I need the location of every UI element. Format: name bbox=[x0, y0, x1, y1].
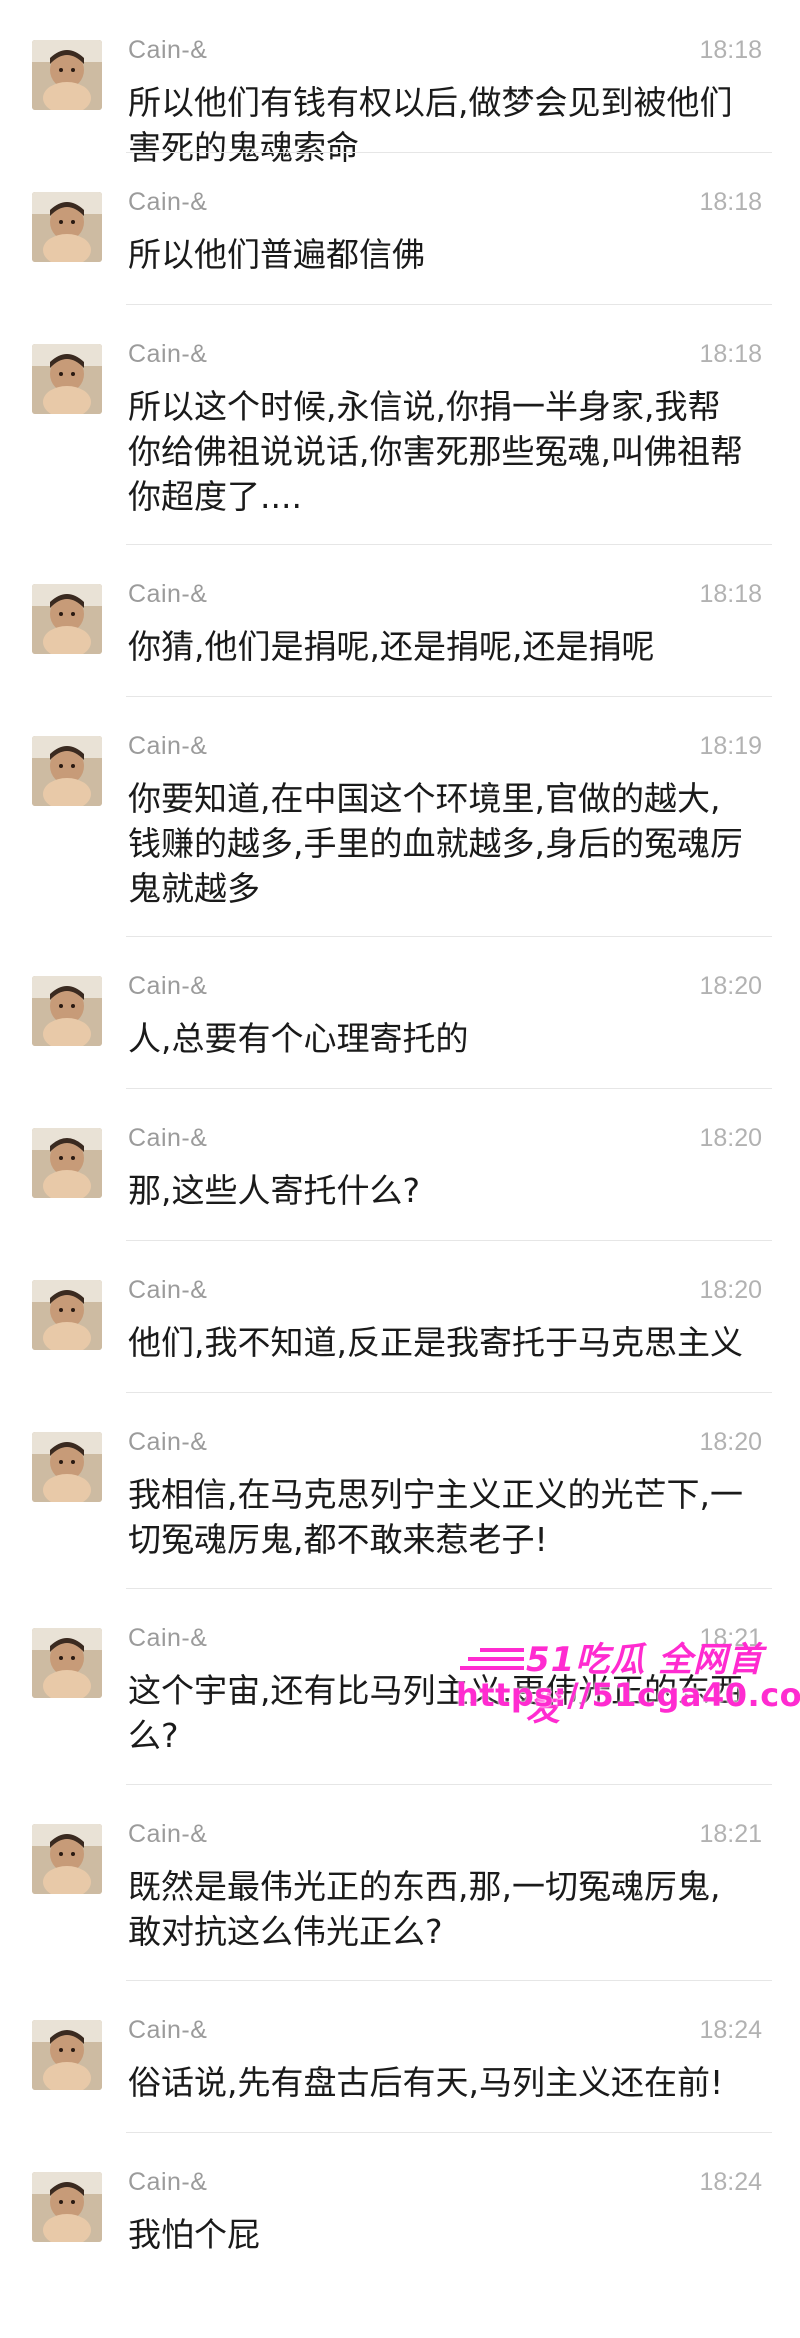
message-text: 我怕个屁 bbox=[128, 2215, 260, 2254]
message-time: 18:18 bbox=[699, 188, 762, 216]
message-header: Cain-& 18:18 bbox=[128, 188, 762, 222]
message-item[interactable]: Cain-& 18:20 那,这些人寄托什么? bbox=[0, 1088, 800, 1240]
avatar[interactable] bbox=[32, 2172, 102, 2242]
message-text: 那,这些人寄托什么? bbox=[128, 1171, 421, 1210]
sender-name: Cain-& bbox=[128, 732, 208, 760]
message-time: 18:24 bbox=[699, 2168, 762, 2196]
message-header: Cain-& 18:24 bbox=[128, 2168, 762, 2202]
message-text: 既然是最伟光正的东西,那,一切冤魂厉鬼, 敢对抗这么伟光正么? bbox=[128, 1867, 721, 1951]
message-header: Cain-& 18:18 bbox=[128, 36, 762, 70]
sender-name: Cain-& bbox=[128, 1124, 208, 1152]
sender-name: Cain-& bbox=[128, 36, 208, 64]
sender-name: Cain-& bbox=[128, 2168, 208, 2196]
message-time: 18:21 bbox=[699, 1820, 762, 1848]
message-time: 18:19 bbox=[699, 732, 762, 760]
message-item[interactable]: Cain-& 18:18 所以这个时候,永信说,你捐一半身家,我帮 你给佛祖说说… bbox=[0, 304, 800, 544]
avatar[interactable] bbox=[32, 1128, 102, 1198]
speed-lines-icon bbox=[460, 1648, 524, 1670]
avatar[interactable] bbox=[32, 1628, 102, 1698]
message-item[interactable]: Cain-& 18:19 你要知道,在中国这个环境里,官做的越大, 钱赚的越多,… bbox=[0, 696, 800, 936]
message-header: Cain-& 18:24 bbox=[128, 2016, 762, 2050]
sender-name: Cain-& bbox=[128, 972, 208, 1000]
avatar[interactable] bbox=[32, 40, 102, 110]
message-text: 所以这个时候,永信说,你捐一半身家,我帮 你给佛祖说说话,你害死那些冤魂,叫佛祖… bbox=[128, 387, 743, 516]
avatar[interactable] bbox=[32, 584, 102, 654]
message-item[interactable]: Cain-& 18:18 你猜,他们是捐呢,还是捐呢,还是捐呢 bbox=[0, 544, 800, 696]
message-item[interactable]: Cain-& 18:20 人,总要有个心理寄托的 bbox=[0, 936, 800, 1088]
site-watermark: 51吃瓜 全网首发 https://51cga40.com bbox=[456, 1632, 800, 1729]
avatar[interactable] bbox=[32, 2020, 102, 2090]
avatar[interactable] bbox=[32, 192, 102, 262]
message-time: 18:18 bbox=[699, 36, 762, 64]
avatar[interactable] bbox=[32, 736, 102, 806]
message-header: Cain-& 18:21 bbox=[128, 1820, 762, 1854]
message-item[interactable]: Cain-& 18:20 我相信,在马克思列宁主义正义的光芒下,一 切冤魂厉鬼,… bbox=[0, 1392, 800, 1588]
message-item[interactable]: Cain-& 18:18 所以他们普遍都信佛 bbox=[0, 152, 800, 304]
sender-name: Cain-& bbox=[128, 1276, 208, 1304]
message-text: 他们,我不知道,反正是我寄托于马克思主义 bbox=[128, 1323, 743, 1362]
message-text: 你猜,他们是捐呢,还是捐呢,还是捐呢 bbox=[128, 627, 655, 666]
message-item[interactable]: Cain-& 18:21 既然是最伟光正的东西,那,一切冤魂厉鬼, 敢对抗这么伟… bbox=[0, 1784, 800, 1980]
sender-name: Cain-& bbox=[128, 188, 208, 216]
message-text: 俗话说,先有盘古后有天,马列主义还在前! bbox=[128, 2063, 724, 2102]
sender-name: Cain-& bbox=[128, 1624, 208, 1652]
message-item[interactable]: Cain-& 18:20 他们,我不知道,反正是我寄托于马克思主义 bbox=[0, 1240, 800, 1392]
sender-name: Cain-& bbox=[128, 340, 208, 368]
avatar[interactable] bbox=[32, 344, 102, 414]
message-header: Cain-& 18:19 bbox=[128, 732, 762, 766]
chat-message-list: Cain-& 18:18 所以他们有钱有权以后,做梦会见到被他们 害死的鬼魂索命… bbox=[0, 0, 800, 2288]
message-time: 18:20 bbox=[699, 972, 762, 1000]
sender-name: Cain-& bbox=[128, 1428, 208, 1456]
watermark-url: https://51cga40.com bbox=[456, 1676, 800, 1714]
sender-name: Cain-& bbox=[128, 2016, 208, 2044]
message-item[interactable]: Cain-& 18:24 俗话说,先有盘古后有天,马列主义还在前! bbox=[0, 1980, 800, 2132]
avatar[interactable] bbox=[32, 1280, 102, 1350]
message-time: 18:24 bbox=[699, 2016, 762, 2044]
message-header: Cain-& 18:20 bbox=[128, 1124, 762, 1158]
message-time: 18:20 bbox=[699, 1428, 762, 1456]
message-header: Cain-& 18:18 bbox=[128, 580, 762, 614]
message-header: Cain-& 18:20 bbox=[128, 972, 762, 1006]
message-item[interactable]: Cain-& 18:18 所以他们有钱有权以后,做梦会见到被他们 害死的鬼魂索命 bbox=[0, 0, 800, 167]
message-text: 你要知道,在中国这个环境里,官做的越大, 钱赚的越多,手里的血就越多,身后的冤魂… bbox=[128, 779, 743, 908]
message-text: 人,总要有个心理寄托的 bbox=[128, 1019, 469, 1058]
sender-name: Cain-& bbox=[128, 580, 208, 608]
message-header: Cain-& 18:20 bbox=[128, 1428, 762, 1462]
sender-name: Cain-& bbox=[128, 1820, 208, 1848]
message-time: 18:18 bbox=[699, 580, 762, 608]
message-text: 我相信,在马克思列宁主义正义的光芒下,一 切冤魂厉鬼,都不敢来惹老子! bbox=[128, 1475, 743, 1559]
avatar[interactable] bbox=[32, 1432, 102, 1502]
message-time: 18:18 bbox=[699, 340, 762, 368]
message-time: 18:20 bbox=[699, 1276, 762, 1304]
message-header: Cain-& 18:20 bbox=[128, 1276, 762, 1310]
message-item[interactable]: Cain-& 18:24 我怕个屁 bbox=[0, 2132, 800, 2288]
message-header: Cain-& 18:18 bbox=[128, 340, 762, 374]
avatar[interactable] bbox=[32, 976, 102, 1046]
avatar[interactable] bbox=[32, 1824, 102, 1894]
message-time: 18:20 bbox=[699, 1124, 762, 1152]
message-text: 所以他们普遍都信佛 bbox=[128, 235, 425, 274]
